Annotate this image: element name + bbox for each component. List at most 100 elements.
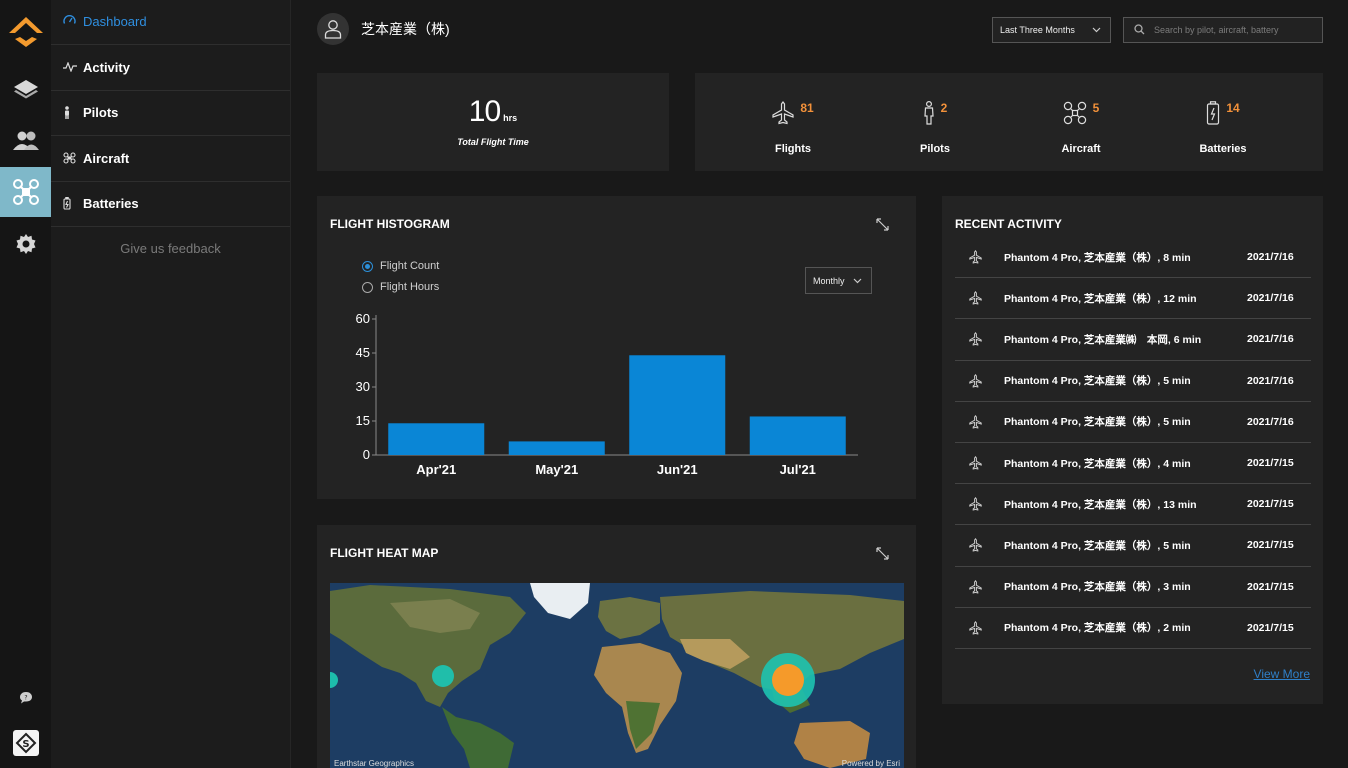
list-item[interactable]: Phantom 4 Pro, 芝本産業（株）, 13 min 2021/7/15: [955, 484, 1311, 526]
list-item[interactable]: Phantom 4 Pro, 芝本産業㈱ 本岡, 6 min 2021/7/16: [955, 319, 1311, 361]
bar: [749, 416, 846, 455]
x-tick-label: Apr'21: [416, 462, 456, 477]
y-tick-label: 0: [363, 447, 370, 462]
stat-batteries-value: 14: [1226, 101, 1240, 115]
activity-text: Phantom 4 Pro, 芝本産業（株）, 12 min: [1004, 292, 1197, 305]
activity-date: 2021/7/16: [1247, 251, 1294, 264]
avatar[interactable]: [317, 13, 349, 45]
plane-icon: [955, 373, 1004, 388]
gear-icon[interactable]: [0, 219, 51, 269]
expand-icon[interactable]: [876, 547, 889, 565]
heatmap-title: FLIGHT HEAT MAP: [330, 546, 439, 560]
users-icon[interactable]: [0, 116, 51, 166]
list-item[interactable]: Phantom 4 Pro, 芝本産業（株）, 8 min 2021/7/16: [955, 237, 1311, 279]
activity-date: 2021/7/16: [1247, 333, 1294, 346]
plane-icon: [955, 620, 1004, 635]
nav-item-dashboard[interactable]: Dashboard: [51, 0, 290, 45]
nav-label-aircraft: Aircraft: [83, 150, 130, 166]
activity-text: Phantom 4 Pro, 芝本産業（株）, 4 min: [1004, 457, 1191, 470]
feedback-link[interactable]: Give us feedback: [51, 241, 290, 256]
side-nav: Dashboard Activity Pilots Aircraft Batte…: [51, 0, 291, 768]
stat-batteries-label: Batteries: [1199, 143, 1247, 155]
stat-batteries[interactable]: 14 Batteries: [1183, 101, 1263, 155]
person-icon: [923, 100, 935, 130]
activity-text: Phantom 4 Pro, 芝本産業（株）, 3 min: [1004, 581, 1191, 594]
period-select[interactable]: Last Three Months: [992, 17, 1111, 43]
plane-icon: [955, 497, 1004, 511]
list-item[interactable]: Phantom 4 Pro, 芝本産業（株）, 5 min 2021/7/16: [955, 402, 1311, 443]
activity-text: Phantom 4 Pro, 芝本産業（株）, 5 min: [1004, 375, 1191, 388]
x-tick-label: May'21: [535, 462, 578, 477]
logo-icon[interactable]: [0, 0, 51, 64]
list-item[interactable]: Phantom 4 Pro, 芝本産業（株）, 2 min 2021/7/15: [955, 608, 1311, 649]
y-tick-label: 45: [356, 345, 370, 360]
search-placeholder: Search by pilot, aircraft, battery: [1154, 25, 1279, 35]
drone-icon: [1063, 101, 1087, 130]
total-flight-time-label: Total Flight Time: [457, 137, 529, 147]
activity-text: Phantom 4 Pro, 芝本産業（株）, 13 min: [1004, 498, 1197, 511]
flight-heat-map-card: FLIGHT HEAT MAP Earthstar Geographics Po…: [317, 525, 916, 768]
activity-date: 2021/7/15: [1247, 580, 1294, 593]
plane-icon: [955, 332, 1004, 347]
search-input[interactable]: Search by pilot, aircraft, battery: [1123, 17, 1323, 43]
list-item[interactable]: Phantom 4 Pro, 芝本産業（株）, 5 min 2021/7/16: [955, 361, 1311, 402]
drone-icon: [63, 152, 83, 164]
nav-label-activity: Activity: [83, 59, 130, 75]
stat-pilots[interactable]: 2 Pilots: [895, 100, 975, 155]
chat-icon[interactable]: ?: [0, 691, 51, 704]
world-map[interactable]: Earthstar Geographics Powered by Esri: [330, 583, 904, 768]
list-item[interactable]: Phantom 4 Pro, 芝本産業（株）, 12 min 2021/7/16: [955, 278, 1311, 320]
map-image: [330, 583, 904, 768]
svg-text:?: ?: [24, 695, 27, 702]
plane-icon: [955, 538, 1004, 553]
flight-histogram-chart: 0 15 30 45 60 Apr'21 May'21 Jun'21 Jul'21: [356, 311, 858, 477]
map-credit-left: Earthstar Geographics: [334, 759, 415, 768]
plane-icon: [955, 414, 1004, 429]
pilot-icon: [63, 106, 83, 120]
layers-icon[interactable]: [0, 64, 51, 114]
bar: [629, 355, 726, 455]
brand-badge-icon[interactable]: S: [0, 730, 51, 756]
nav-item-pilots[interactable]: Pilots: [51, 91, 290, 136]
activity-text: Phantom 4 Pro, 芝本産業㈱ 本岡, 6 min: [1004, 333, 1202, 346]
search-icon: [1134, 23, 1154, 37]
plane-icon: [955, 456, 1004, 470]
list-item[interactable]: Phantom 4 Pro, 芝本産業（株）, 4 min 2021/7/15: [955, 443, 1311, 485]
drone-icon[interactable]: [0, 167, 51, 217]
org-name: 芝本産業（株): [361, 21, 450, 37]
list-item[interactable]: Phantom 4 Pro, 芝本産業（株）, 3 min 2021/7/15: [955, 567, 1311, 608]
activity-text: Phantom 4 Pro, 芝本産業（株）, 2 min: [1004, 622, 1191, 635]
nav-label-pilots: Pilots: [83, 105, 119, 121]
activity-date: 2021/7/15: [1247, 539, 1294, 552]
stat-flights[interactable]: 81 Flights: [753, 101, 833, 155]
flight-histogram-card: FLIGHT HISTOGRAM Flight Count Flight Hou…: [317, 196, 916, 499]
view-more-link[interactable]: View More: [1254, 667, 1310, 681]
nav-item-batteries[interactable]: Batteries: [51, 182, 290, 227]
nav-item-activity[interactable]: Activity: [51, 45, 290, 91]
activity-date: 2021/7/15: [1247, 621, 1294, 634]
pulse-icon: [63, 62, 83, 73]
recent-activity-title: RECENT ACTIVITY: [955, 217, 1062, 231]
activity-date: 2021/7/16: [1247, 374, 1294, 387]
x-tick-label: Jul'21: [780, 462, 816, 477]
org-header: 芝本産業（株): [317, 13, 450, 45]
y-tick-label: 60: [356, 311, 370, 326]
stat-pilots-value: 2: [940, 101, 948, 115]
stat-pilots-label: Pilots: [920, 143, 950, 155]
activity-date: 2021/7/15: [1247, 457, 1294, 470]
main-content: 芝本産業（株) Last Three Months Search by pilo…: [291, 0, 1348, 768]
x-tick-label: Jun'21: [657, 462, 698, 477]
svg-text:S: S: [22, 739, 29, 750]
activity-date: 2021/7/16: [1247, 415, 1294, 428]
battery-icon: [1206, 101, 1220, 130]
nav-item-aircraft[interactable]: Aircraft: [51, 136, 290, 182]
total-flight-time-value: 10 hrs: [317, 95, 669, 129]
list-item[interactable]: Phantom 4 Pro, 芝本産業（株）, 5 min 2021/7/15: [955, 525, 1311, 567]
chevron-down-icon: [1092, 25, 1101, 35]
icon-rail: ? S: [0, 0, 51, 768]
stat-aircraft[interactable]: 5 Aircraft: [1041, 101, 1121, 155]
bar: [388, 423, 485, 455]
nav-label-batteries: Batteries: [83, 196, 139, 212]
recent-activity-card: RECENT ACTIVITY Phantom 4 Pro, 芝本産業（株）, …: [942, 196, 1323, 704]
plane-icon: [955, 250, 1004, 264]
